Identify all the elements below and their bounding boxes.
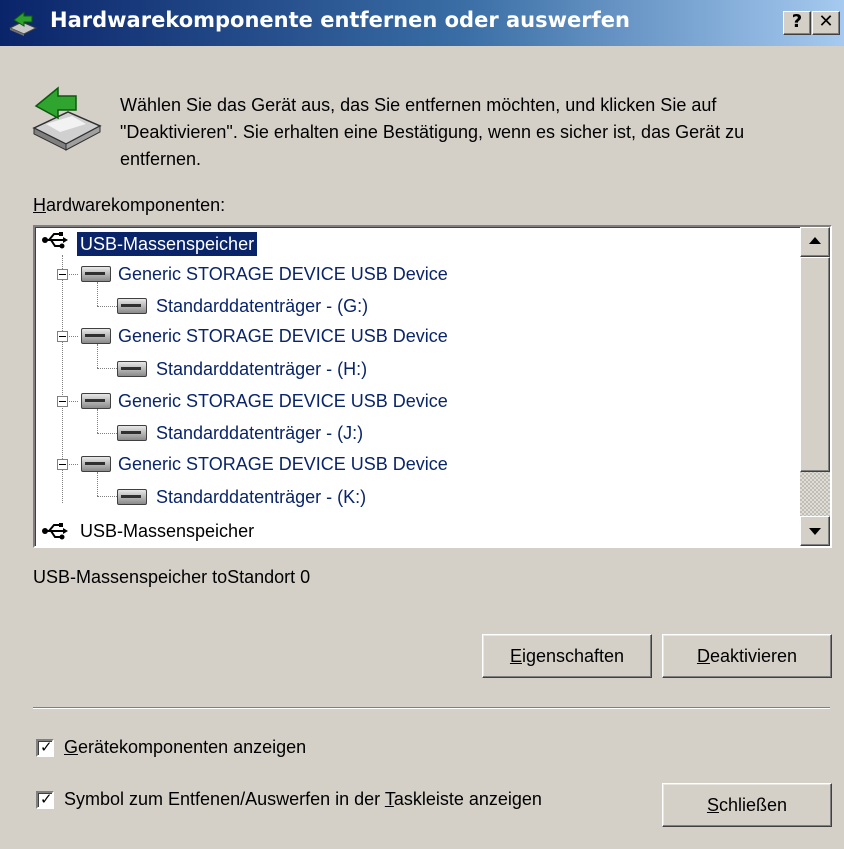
- title-bar[interactable]: Hardwarekomponente entfernen oder auswer…: [0, 0, 844, 46]
- close-dialog-button[interactable]: Schließen: [662, 783, 832, 827]
- tree-line: [97, 433, 117, 434]
- safely-remove-hardware-icon: [8, 10, 38, 36]
- list-item[interactable]: Standarddatenträger - (J:): [153, 418, 366, 448]
- drive-icon: [117, 425, 147, 441]
- window-title: Hardwarekomponente entfernen oder auswer…: [50, 8, 630, 32]
- collapse-icon[interactable]: [57, 396, 68, 407]
- drive-icon: [81, 266, 111, 282]
- checkmark-icon: ✓: [40, 790, 53, 808]
- list-item[interactable]: USB-Massenspeicher: [75, 229, 259, 259]
- list-item[interactable]: Generic STORAGE DEVICE USB Device: [115, 259, 451, 289]
- drive-icon: [117, 489, 147, 505]
- hardware-tree[interactable]: USB-Massenspeicher Generic STORAGE DEVIC…: [33, 225, 832, 548]
- separator: [33, 707, 830, 709]
- drive-icon: [81, 456, 111, 472]
- arrow-down-icon: [809, 528, 821, 535]
- drive-icon: [81, 328, 111, 344]
- list-item[interactable]: Standarddatenträger - (K:): [153, 482, 369, 512]
- tree-line: [97, 344, 98, 368]
- tree-line: [97, 368, 117, 369]
- collapse-icon[interactable]: [57, 459, 68, 470]
- properties-button[interactable]: Eigenschaften: [482, 634, 652, 678]
- list-item[interactable]: Generic STORAGE DEVICE USB Device: [115, 321, 451, 351]
- list-item[interactable]: Generic STORAGE DEVICE USB Device: [115, 449, 451, 479]
- tray-icon-label[interactable]: Symbol zum Entfenen/Auswerfen in der Tas…: [64, 789, 542, 810]
- usb-icon: [42, 232, 68, 249]
- usb-icon: [42, 523, 68, 540]
- scrollbar-thumb[interactable]: [800, 257, 830, 472]
- checkmark-icon: ✓: [40, 738, 53, 756]
- list-item[interactable]: USB-Massenspeicher: [77, 516, 257, 546]
- tree-line: [97, 409, 98, 433]
- list-item[interactable]: Generic STORAGE DEVICE USB Device: [115, 386, 451, 416]
- help-button[interactable]: ?: [783, 11, 811, 35]
- tray-icon-checkbox[interactable]: ✓: [36, 791, 54, 809]
- instructions-text: Wählen Sie das Gerät aus, das Sie entfer…: [120, 95, 745, 169]
- hardware-eject-icon: [32, 86, 102, 151]
- tree-line: [97, 306, 117, 307]
- tree-line: [97, 282, 98, 306]
- drive-icon: [81, 393, 111, 409]
- tree-line: [97, 472, 98, 496]
- show-components-checkbox[interactable]: ✓: [36, 739, 54, 757]
- scroll-up-button[interactable]: [800, 227, 830, 257]
- vertical-scrollbar[interactable]: [800, 227, 830, 546]
- tree-line: [97, 496, 117, 497]
- arrow-up-icon: [809, 237, 821, 244]
- drive-icon: [117, 298, 147, 314]
- hardware-list-label: Hardwarekomponenten:: [33, 195, 226, 215]
- close-button[interactable]: ✕: [812, 11, 840, 35]
- list-item[interactable]: Standarddatenträger - (H:): [153, 354, 370, 384]
- scroll-down-button[interactable]: [800, 516, 830, 546]
- drive-icon: [117, 361, 147, 377]
- remove-hardware-dialog: Hardwarekomponente entfernen oder auswer…: [0, 0, 844, 849]
- list-item[interactable]: Standarddatenträger - (G:): [153, 291, 371, 321]
- collapse-icon[interactable]: [57, 331, 68, 342]
- device-location-text: USB-Massenspeicher toStandort 0: [33, 567, 311, 587]
- deactivate-button[interactable]: Deaktivieren: [662, 634, 832, 678]
- collapse-icon[interactable]: [57, 269, 68, 280]
- show-components-label[interactable]: Gerätekomponenten anzeigen: [64, 737, 306, 758]
